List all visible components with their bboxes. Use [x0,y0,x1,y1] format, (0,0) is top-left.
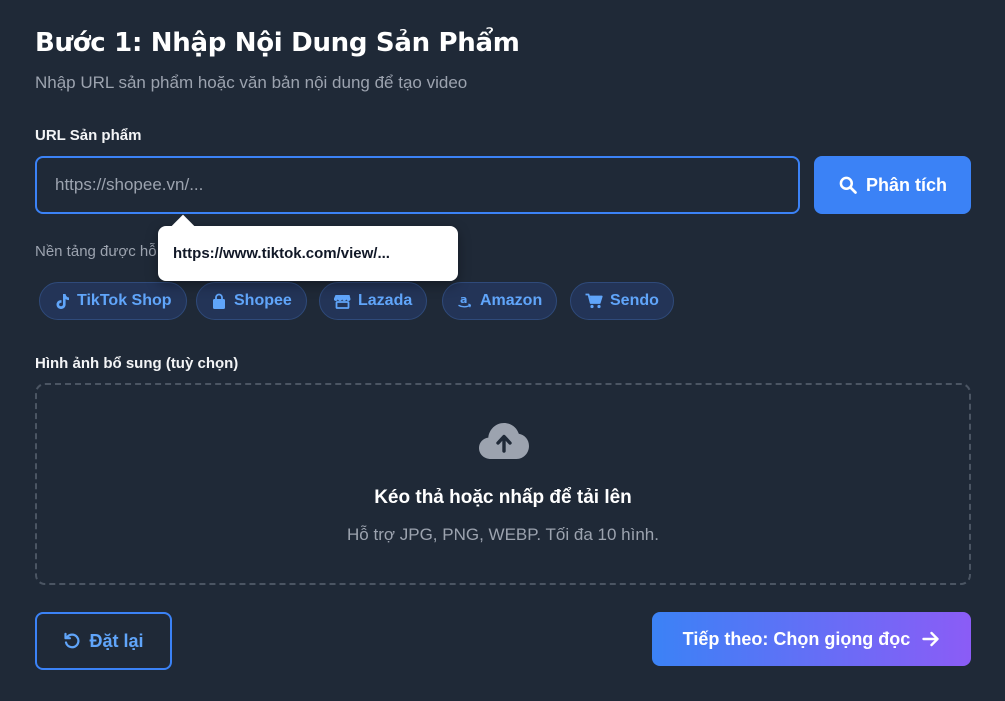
platform-label: Lazada [358,292,413,309]
dropzone-title: Kéo thả hoặc nhấp để tải lên [374,487,632,508]
undo-icon [64,632,80,649]
platform-chip-sendo[interactable]: Sendo [570,282,674,320]
tooltip-text: https://www.tiktok.com/view/... [173,245,390,262]
platform-label: Shopee [234,292,292,309]
platform-label: Sendo [610,292,659,309]
image-upload-dropzone[interactable]: Kéo thả hoặc nhấp để tải lên Hỗ trợ JPG,… [35,383,971,585]
amazon-icon: a [458,293,472,308]
cart-icon [585,293,603,309]
platform-chip-shopee[interactable]: Shopee [196,282,307,320]
reset-button-label: Đặt lại [89,630,144,651]
reset-button[interactable]: Đặt lại [35,612,172,670]
page-title: Bước 1: Nhập Nội Dung Sản Phẩm [35,28,520,58]
shopping-bag-icon [213,293,225,309]
tiktok-icon [56,293,69,309]
search-icon [839,176,857,194]
next-step-button[interactable]: Tiếp theo: Chọn giọng đọc [652,612,971,666]
url-label: URL Sản phẩm [35,127,142,144]
platform-chip-lazada[interactable]: Lazada [319,282,428,320]
page-subtitle: Nhập URL sản phẩm hoặc văn bản nội dung … [35,73,468,92]
dropzone-subtitle: Hỗ trợ JPG, PNG, WEBP. Tối đa 10 hình. [347,525,659,544]
platform-chip-amazon[interactable]: a Amazon [442,282,558,320]
platform-label: TikTok Shop [77,292,172,309]
platform-chip-tiktok-shop[interactable]: TikTok Shop [39,282,187,320]
store-icon [334,295,351,309]
svg-text:a: a [460,293,467,306]
next-button-label: Tiếp theo: Chọn giọng đọc [682,628,911,649]
analyze-button[interactable]: Phân tích [814,156,971,214]
product-url-input[interactable] [35,156,800,214]
arrow-right-icon [922,631,940,647]
supported-platforms-label: Nền tảng được hỗ [35,243,157,260]
url-example-tooltip: https://www.tiktok.com/view/... [158,226,458,281]
analyze-button-label: Phân tích [865,174,947,195]
platform-label: Amazon [480,292,543,309]
cloud-upload-icon [479,423,529,459]
additional-images-label: Hình ảnh bổ sung (tuỳ chọn) [35,355,239,372]
